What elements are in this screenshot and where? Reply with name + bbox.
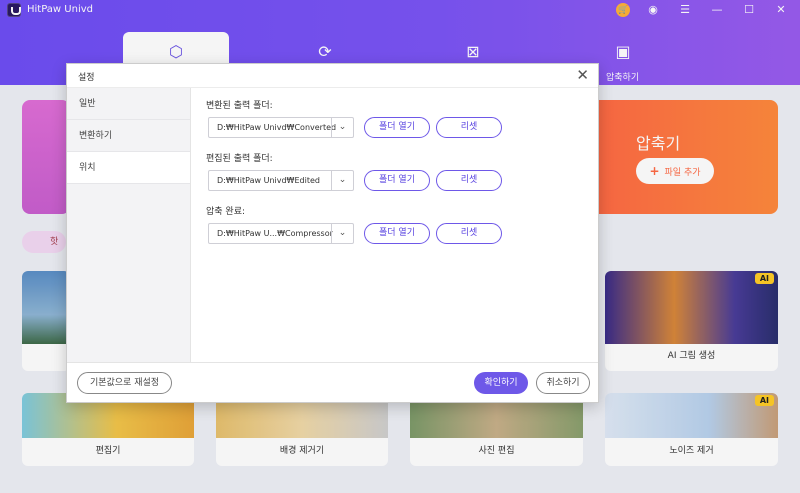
edited-folder-label: 편집된 출력 폴더: xyxy=(206,154,273,164)
converted-folder-path: D:₩HitPaw Univd₩Converted xyxy=(217,123,337,132)
chevron-down-icon[interactable]: ⌄ xyxy=(331,224,353,243)
dialog-footer: 기본값으로 재설정 확인하기 취소하기 xyxy=(67,362,598,402)
sidebar-item-general[interactable]: 일반 xyxy=(67,88,190,120)
converted-folder-select[interactable]: D:₩HitPaw Univd₩Converted ⌄ xyxy=(208,117,354,138)
settings-sidebar: 일반 변환하기 위치 xyxy=(67,88,191,363)
dialog-header: 설정 ✕ xyxy=(67,64,598,88)
sidebar-item-convert[interactable]: 변환하기 xyxy=(67,120,190,152)
open-converted-folder-button[interactable]: 폴더 열기 xyxy=(364,117,430,138)
settings-dialog: 설정 ✕ 일반 변환하기 위치 변환된 출력 폴더: D:₩HitPaw Uni… xyxy=(66,63,599,403)
reset-compressed-folder-button[interactable]: 리셋 xyxy=(436,223,502,244)
compressed-folder-path: D:₩HitPaw U...₩Compressor xyxy=(217,229,333,238)
reset-converted-folder-button[interactable]: 리셋 xyxy=(436,117,502,138)
compressed-folder-label: 압축 완료: xyxy=(206,207,246,217)
reset-defaults-button[interactable]: 기본값으로 재설정 xyxy=(77,372,172,394)
chevron-down-icon[interactable]: ⌄ xyxy=(331,118,353,137)
open-edited-folder-button[interactable]: 폴더 열기 xyxy=(364,170,430,191)
converted-folder-label: 변환된 출력 폴더: xyxy=(206,101,273,111)
chevron-down-icon[interactable]: ⌄ xyxy=(331,171,353,190)
close-icon[interactable]: ✕ xyxy=(576,67,589,83)
edited-folder-select[interactable]: D:₩HitPaw Univd₩Edited ⌄ xyxy=(208,170,354,191)
sidebar-item-location[interactable]: 위치 xyxy=(67,152,190,184)
open-compressed-folder-button[interactable]: 폴더 열기 xyxy=(364,223,430,244)
reset-edited-folder-button[interactable]: 리셋 xyxy=(436,170,502,191)
compressed-folder-select[interactable]: D:₩HitPaw U...₩Compressor ⌄ xyxy=(208,223,354,244)
dialog-title: 설정 xyxy=(78,73,95,83)
edited-folder-path: D:₩HitPaw Univd₩Edited xyxy=(217,176,320,185)
cancel-button[interactable]: 취소하기 xyxy=(536,372,590,394)
confirm-button[interactable]: 확인하기 xyxy=(474,372,528,394)
